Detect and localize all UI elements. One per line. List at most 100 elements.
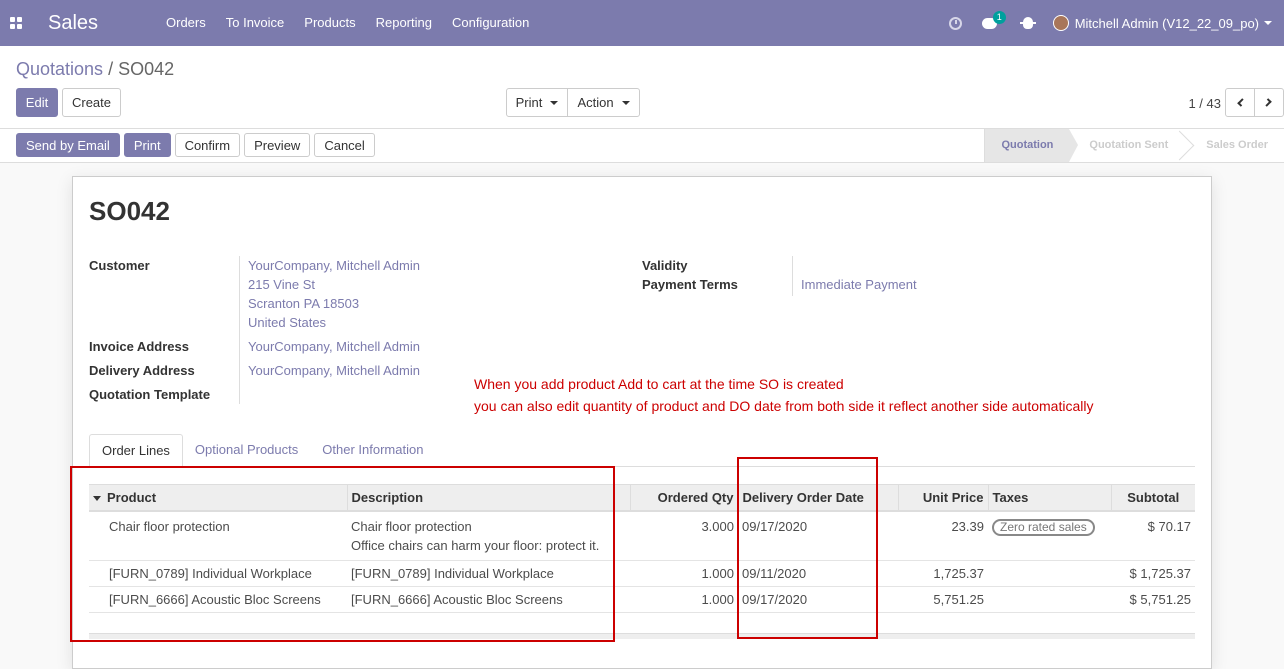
annotation-line-2: you can also edit quantity of product an… xyxy=(474,398,1094,414)
form-statusbar: Send by Email Print Confirm Preview Canc… xyxy=(0,129,1284,163)
column-delivery-order-date[interactable]: Delivery Order Date xyxy=(738,484,899,512)
bug-icon xyxy=(1019,17,1036,29)
cell-description: [FURN_6666] Acoustic Bloc Screens xyxy=(347,586,630,613)
breadcrumb-separator: / xyxy=(108,59,114,79)
chevron-left-icon xyxy=(1237,98,1246,107)
pager-value[interactable]: 1 / 43 xyxy=(1188,96,1221,111)
cell-description: [FURN_0789] Individual Workplace xyxy=(347,560,630,587)
chat-badge: 1 xyxy=(992,10,1006,24)
table-footer xyxy=(89,633,1195,639)
caret-down-icon xyxy=(1264,21,1272,25)
stage-quotation-sent[interactable]: Quotation Sent xyxy=(1069,129,1184,162)
order-lines-table: Product Description Ordered Qty Delivery… xyxy=(89,484,1195,613)
print-dropdown-label: Print xyxy=(515,95,543,110)
invoice-address-label: Invoice Address xyxy=(89,339,189,354)
menu-orders[interactable]: Orders xyxy=(156,0,216,46)
action-dropdown-label: Action xyxy=(577,95,614,110)
stage-quotation-label: Quotation xyxy=(1001,139,1054,151)
navbar-systray: 1 Mitchell Admin (V12_22_09_po) xyxy=(939,0,1284,46)
customer-country: United States xyxy=(248,315,327,330)
cell-subtotal: $ 1,725.37 xyxy=(1111,560,1195,587)
app-title: Sales xyxy=(48,11,99,34)
cell-date: 09/17/2020 xyxy=(738,586,898,613)
breadcrumb-quotations[interactable]: Quotations xyxy=(16,59,103,79)
column-unit-price[interactable]: Unit Price xyxy=(898,484,989,512)
preview-button[interactable]: Preview xyxy=(244,133,311,157)
cell-taxes: Zero rated sales xyxy=(988,510,1111,561)
cancel-button[interactable]: Cancel xyxy=(314,133,375,157)
confirm-button[interactable]: Confirm xyxy=(174,133,241,157)
messaging-button[interactable]: 1 xyxy=(972,0,1007,46)
payment-terms-value[interactable]: Immediate Payment xyxy=(801,275,917,294)
menu-to-invoice[interactable]: To Invoice xyxy=(216,0,295,46)
invoice-address-value[interactable]: YourCompany, Mitchell Admin xyxy=(248,337,420,356)
cell-subtotal: $ 70.17 xyxy=(1111,510,1195,561)
cell-unit-price: 5,751.25 xyxy=(898,586,988,613)
pager-next-button[interactable] xyxy=(1254,88,1284,117)
print-dropdown[interactable]: Print xyxy=(506,88,568,117)
field-divider xyxy=(239,256,240,404)
caret-down-icon xyxy=(621,100,630,105)
cell-qty: 1.000 xyxy=(630,586,738,613)
cell-description: Chair floor protection Office chairs can… xyxy=(347,510,630,561)
cell-product: [FURN_6666] Acoustic Bloc Screens xyxy=(89,586,347,613)
annotation-note: When you add product Add to cart at the … xyxy=(474,373,1093,417)
caret-down-icon xyxy=(93,495,101,501)
column-subtotal[interactable]: Subtotal xyxy=(1111,484,1195,512)
print-button[interactable]: Print xyxy=(123,133,171,157)
create-button[interactable]: Create xyxy=(62,88,121,117)
chevron-right-icon xyxy=(1263,98,1272,107)
column-description[interactable]: Description xyxy=(347,484,631,512)
column-taxes[interactable]: Taxes xyxy=(988,484,1112,512)
menu-reporting[interactable]: Reporting xyxy=(366,0,442,46)
cell-taxes xyxy=(988,560,1111,587)
delivery-address-value[interactable]: YourCompany, Mitchell Admin xyxy=(248,361,420,380)
clock-icon xyxy=(948,16,962,30)
control-panel: Quotations / SO042 Edit Create Print Act… xyxy=(0,46,1284,129)
delivery-address-label: Delivery Address xyxy=(89,363,195,378)
cell-qty: 3.000 xyxy=(630,510,738,561)
stage-quotation[interactable]: Quotation xyxy=(984,129,1079,162)
send-by-email-button[interactable]: Send by Email xyxy=(16,133,120,157)
cell-date: 09/11/2020 xyxy=(738,560,898,587)
cell-taxes xyxy=(988,586,1111,613)
customer-name: YourCompany, Mitchell Admin xyxy=(248,258,420,273)
edit-button[interactable]: Edit xyxy=(16,88,58,117)
order-name: SO042 xyxy=(89,196,170,226)
quotation-template-label: Quotation Template xyxy=(89,387,211,402)
cell-subtotal: $ 5,751.25 xyxy=(1111,586,1195,613)
menu-configuration[interactable]: Configuration xyxy=(442,0,539,46)
apps-menu-icon[interactable] xyxy=(0,0,32,46)
debug-button[interactable] xyxy=(1007,0,1043,46)
action-dropdown[interactable]: Action xyxy=(567,88,640,117)
field-divider xyxy=(792,256,793,296)
stage-quotation-sent-label: Quotation Sent xyxy=(1089,139,1169,151)
tab-optional-products[interactable]: Optional Products xyxy=(183,434,310,466)
caret-down-icon xyxy=(550,100,559,105)
cell-product: [FURN_0789] Individual Workplace xyxy=(89,560,347,587)
customer-value[interactable]: YourCompany, Mitchell Admin 215 Vine St … xyxy=(248,256,420,332)
main-menu: Orders To Invoice Products Reporting Con… xyxy=(156,0,539,46)
table-row[interactable]: [FURN_0789] Individual Workplace [FURN_0… xyxy=(89,560,1195,587)
column-product[interactable]: Product xyxy=(89,484,348,512)
tab-other-information[interactable]: Other Information xyxy=(310,434,435,466)
customer-label: Customer xyxy=(89,258,150,273)
breadcrumb-current: SO042 xyxy=(118,59,175,79)
column-ordered-qty[interactable]: Ordered Qty xyxy=(630,484,739,512)
table-row[interactable]: Chair floor protection Chair floor prote… xyxy=(89,510,1195,561)
activity-button[interactable] xyxy=(939,0,972,46)
validity-label: Validity xyxy=(642,258,688,273)
status-stages: Quotation Quotation Sent Sales Order xyxy=(984,129,1284,162)
stage-sales-order[interactable]: Sales Order xyxy=(1184,129,1284,162)
annotation-line-1: When you add product Add to cart at the … xyxy=(474,376,844,392)
table-row[interactable]: [FURN_6666] Acoustic Bloc Screens [FURN_… xyxy=(89,586,1195,613)
menu-products[interactable]: Products xyxy=(294,0,365,46)
tax-tag: Zero rated sales xyxy=(992,518,1095,536)
pager-previous-button[interactable] xyxy=(1225,88,1255,117)
user-menu[interactable]: Mitchell Admin (V12_22_09_po) xyxy=(1043,0,1284,46)
description-line-2: Office chairs can harm your floor: prote… xyxy=(351,537,600,553)
description-line-1: Chair floor protection xyxy=(351,518,472,534)
cell-product: Chair floor protection xyxy=(89,510,347,561)
customer-street: 215 Vine St xyxy=(248,277,315,292)
tab-order-lines[interactable]: Order Lines xyxy=(89,434,183,468)
